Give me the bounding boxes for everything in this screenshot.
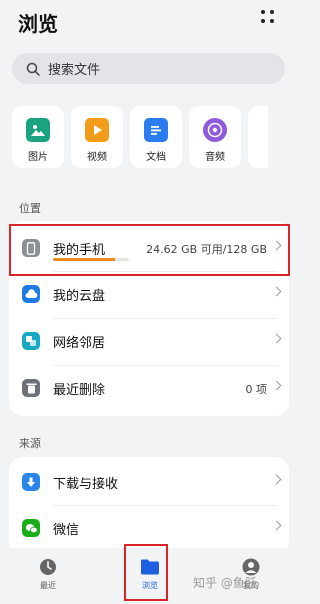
clock-icon	[40, 559, 56, 575]
tab-recent[interactable]: 最近	[23, 558, 73, 591]
trash-icon	[22, 379, 40, 397]
wechat-icon	[22, 519, 40, 537]
chevron-right-icon	[271, 520, 282, 531]
source-card: 下载与接收 微信	[9, 457, 289, 557]
cloud-icon	[22, 285, 40, 303]
category-label: 图片	[28, 152, 48, 163]
chevron-right-icon	[271, 286, 282, 297]
highlight-box	[9, 224, 290, 276]
location-recently-deleted[interactable]: 最近删除 0 项	[9, 365, 289, 411]
chevron-right-icon	[271, 474, 282, 485]
search-input[interactable]: 搜索文件	[12, 53, 285, 84]
section-source-title: 来源	[19, 437, 41, 450]
audio-icon	[203, 118, 227, 142]
category-videos[interactable]: 视频	[71, 106, 123, 168]
video-icon	[85, 118, 109, 142]
highlight-box	[124, 544, 168, 601]
page-title: 浏览	[18, 12, 58, 36]
location-cloud[interactable]: 我的云盘	[9, 271, 289, 317]
network-icon	[22, 332, 40, 350]
tab-label: 最近	[40, 581, 56, 590]
category-more-partial[interactable]	[248, 106, 268, 168]
location-network[interactable]: 网络邻居	[9, 318, 289, 364]
category-audio[interactable]: 音频	[189, 106, 241, 168]
source-label: 微信	[53, 523, 80, 538]
divider	[53, 365, 277, 366]
location-label: 最近删除	[53, 383, 106, 398]
header: 浏览	[0, 0, 295, 50]
category-images[interactable]: 图片	[12, 106, 64, 168]
category-label: 音频	[205, 152, 225, 163]
category-documents[interactable]: 文档	[130, 106, 182, 168]
more-options-icon[interactable]	[261, 10, 277, 26]
document-icon	[144, 118, 168, 142]
divider	[53, 318, 277, 319]
section-location-title: 位置	[19, 202, 41, 215]
source-label: 下载与接收	[53, 477, 119, 492]
image-icon	[26, 118, 50, 142]
source-downloads[interactable]: 下载与接收	[9, 459, 289, 505]
divider	[53, 505, 277, 506]
chevron-right-icon	[271, 333, 282, 344]
search-icon	[26, 62, 40, 76]
category-label: 视频	[87, 152, 107, 163]
category-label: 文档	[146, 152, 166, 163]
deleted-count: 0 项	[245, 383, 268, 396]
search-placeholder: 搜索文件	[48, 63, 101, 78]
location-label: 网络邻居	[53, 336, 106, 351]
watermark: 知乎 @鱼跃	[193, 576, 257, 590]
location-label: 我的云盘	[53, 289, 106, 304]
chevron-right-icon	[271, 380, 282, 391]
download-icon	[22, 473, 40, 491]
category-shortcuts: 图片 视频 文档 音频	[12, 106, 295, 168]
